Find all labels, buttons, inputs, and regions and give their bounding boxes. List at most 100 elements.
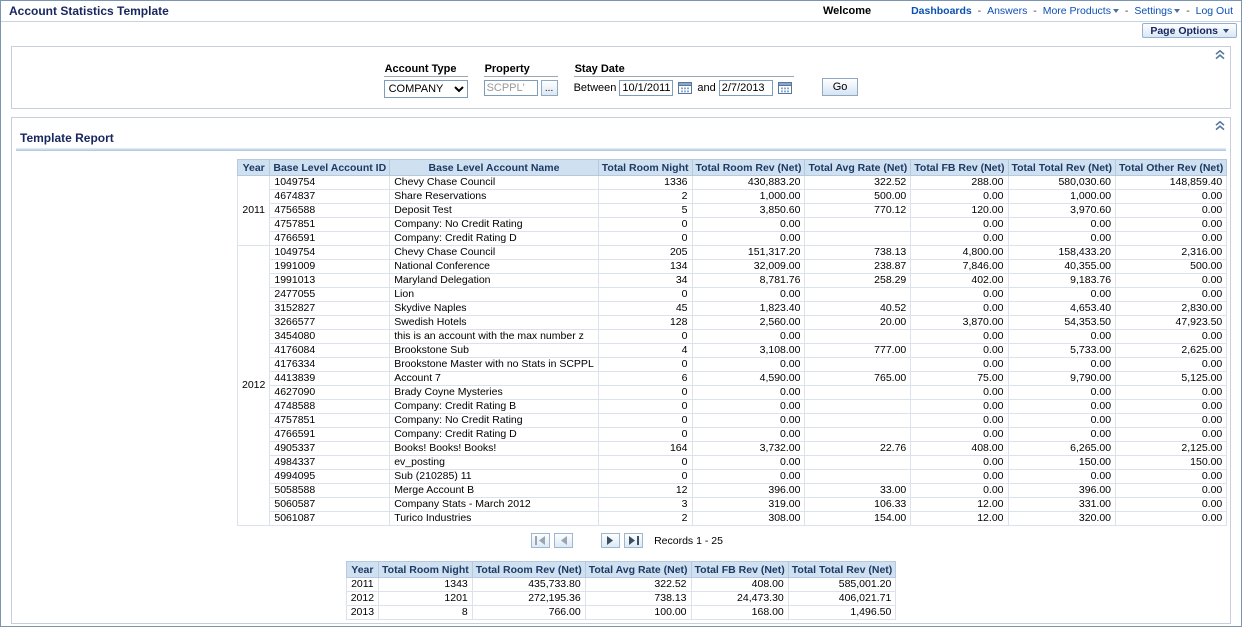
calendar-to-button[interactable] bbox=[776, 80, 794, 96]
cell: Chevy Chase Council bbox=[390, 246, 599, 260]
cell: 0 bbox=[598, 288, 692, 302]
cell: 0.00 bbox=[1116, 330, 1227, 344]
cell: 6,265.00 bbox=[1008, 442, 1116, 456]
cell: 1,000.00 bbox=[692, 190, 805, 204]
cell: Account 7 bbox=[390, 372, 599, 386]
cell: 9,790.00 bbox=[1008, 372, 1116, 386]
cell: 2,625.00 bbox=[1116, 344, 1227, 358]
cell bbox=[805, 330, 911, 344]
column-header: Total Avg Rate (Net) bbox=[585, 562, 691, 578]
table-row: 4766591Company: Credit Rating D00.000.00… bbox=[238, 428, 1227, 442]
nav-link-answers[interactable]: Answers bbox=[987, 5, 1027, 17]
column-header: Total Total Rev (Net) bbox=[1008, 160, 1116, 176]
table-row: 4176084Brookstone Sub43,108.00777.000.00… bbox=[238, 344, 1227, 358]
cell: 238.87 bbox=[805, 260, 911, 274]
cell: 500.00 bbox=[805, 190, 911, 204]
cell: 0 bbox=[598, 428, 692, 442]
cell: 765.00 bbox=[805, 372, 911, 386]
cell: 4984337 bbox=[270, 456, 390, 470]
first-page-button[interactable] bbox=[531, 533, 550, 548]
collapse-report-section-button[interactable] bbox=[1212, 120, 1227, 134]
stay-date-from-input[interactable] bbox=[619, 80, 673, 96]
cell: 0.00 bbox=[911, 218, 1008, 232]
table-row: 1991013Maryland Delegation348,781.76258.… bbox=[238, 274, 1227, 288]
collapse-filter-panel-button[interactable] bbox=[1212, 49, 1227, 63]
table-row: 4757851Company: No Credit Rating00.000.0… bbox=[238, 414, 1227, 428]
cell: 0 bbox=[598, 470, 692, 484]
nav-separator: - bbox=[975, 5, 984, 17]
cell: 3,870.00 bbox=[911, 316, 1008, 330]
cell: 0.00 bbox=[1116, 428, 1227, 442]
cell: 0.00 bbox=[911, 484, 1008, 498]
cell: 4176334 bbox=[270, 358, 390, 372]
year-group-cell: 2011 bbox=[238, 176, 270, 246]
top-nav: Dashboards - Answers - More Products - S… bbox=[911, 5, 1233, 17]
cell bbox=[805, 456, 911, 470]
cell: 0.00 bbox=[1116, 232, 1227, 246]
cell: 331.00 bbox=[1008, 498, 1116, 512]
summary-table-header-row: YearTotal Room NightTotal Room Rev (Net)… bbox=[346, 562, 896, 578]
cell: 430,883.20 bbox=[692, 176, 805, 190]
cell bbox=[805, 358, 911, 372]
cell: 4176084 bbox=[270, 344, 390, 358]
cell: 0.00 bbox=[1116, 288, 1227, 302]
nav-link-more-products[interactable]: More Products bbox=[1043, 5, 1119, 17]
cell: 2 bbox=[598, 190, 692, 204]
last-page-button[interactable] bbox=[624, 533, 643, 548]
cell: 770.12 bbox=[805, 204, 911, 218]
previous-page-button[interactable] bbox=[554, 533, 573, 548]
property-input[interactable] bbox=[484, 80, 538, 96]
account-type-select[interactable]: COMPANY bbox=[384, 80, 468, 98]
table-row: 5058588Merge Account B12396.0033.000.003… bbox=[238, 484, 1227, 498]
cell: 0.00 bbox=[911, 400, 1008, 414]
cell: this is an account with the max number z bbox=[390, 330, 599, 344]
property-browse-button[interactable]: ... bbox=[541, 80, 558, 96]
next-page-button[interactable] bbox=[601, 533, 620, 548]
cell: 4756588 bbox=[270, 204, 390, 218]
cell: 33.00 bbox=[805, 484, 911, 498]
column-header: Base Level Account ID bbox=[270, 160, 390, 176]
cell: Books! Books! Books! bbox=[390, 442, 599, 456]
cell: 0 bbox=[598, 358, 692, 372]
nav-link-settings[interactable]: Settings bbox=[1134, 5, 1180, 17]
cell: 12 bbox=[598, 484, 692, 498]
page-options-button[interactable]: Page Options bbox=[1142, 23, 1237, 38]
cell: 4413839 bbox=[270, 372, 390, 386]
calendar-from-button[interactable] bbox=[676, 80, 694, 96]
cell: 5061087 bbox=[270, 512, 390, 526]
chevron-down-icon bbox=[1223, 29, 1229, 33]
cell: 154.00 bbox=[805, 512, 911, 526]
cell: 2013 bbox=[346, 606, 378, 620]
cell: Deposit Test bbox=[390, 204, 599, 218]
go-button[interactable]: Go bbox=[822, 78, 859, 96]
cell: 1049754 bbox=[270, 246, 390, 260]
cell: National Conference bbox=[390, 260, 599, 274]
cell: 150.00 bbox=[1116, 456, 1227, 470]
summary-table-body: 20111343435,733.80322.52408.00585,001.20… bbox=[346, 578, 896, 620]
table-row: 4757851Company: No Credit Rating00.000.0… bbox=[238, 218, 1227, 232]
cell: Sub (210285) 11 bbox=[390, 470, 599, 484]
stay-date-to-input[interactable] bbox=[719, 80, 773, 96]
cell: 47,923.50 bbox=[1116, 316, 1227, 330]
cell: 8 bbox=[379, 606, 473, 620]
table-row: 4627090Brady Coyne Mysteries00.000.000.0… bbox=[238, 386, 1227, 400]
nav-link-log-out[interactable]: Log Out bbox=[1196, 5, 1233, 17]
cell: 4905337 bbox=[270, 442, 390, 456]
filter-form: Account Type COMPANY Property ... Stay D… bbox=[12, 47, 1230, 98]
cell: 738.13 bbox=[585, 592, 691, 606]
column-header: Total Room Rev (Net) bbox=[692, 160, 805, 176]
cell: 0.00 bbox=[911, 428, 1008, 442]
cell bbox=[805, 470, 911, 484]
nav-link-dashboards[interactable]: Dashboards bbox=[911, 5, 972, 17]
cell: 3266577 bbox=[270, 316, 390, 330]
cell: 272,195.36 bbox=[472, 592, 585, 606]
cell: 40,355.00 bbox=[1008, 260, 1116, 274]
last-page-icon bbox=[628, 533, 639, 548]
cell: 308.00 bbox=[692, 512, 805, 526]
nav-separator: - bbox=[1122, 5, 1131, 17]
cell: 0.00 bbox=[692, 330, 805, 344]
cell: 0.00 bbox=[692, 400, 805, 414]
table-row: 4905337Books! Books! Books!1643,732.0022… bbox=[238, 442, 1227, 456]
report-table: YearBase Level Account IDBase Level Acco… bbox=[237, 159, 1227, 526]
cell: 0.00 bbox=[911, 330, 1008, 344]
